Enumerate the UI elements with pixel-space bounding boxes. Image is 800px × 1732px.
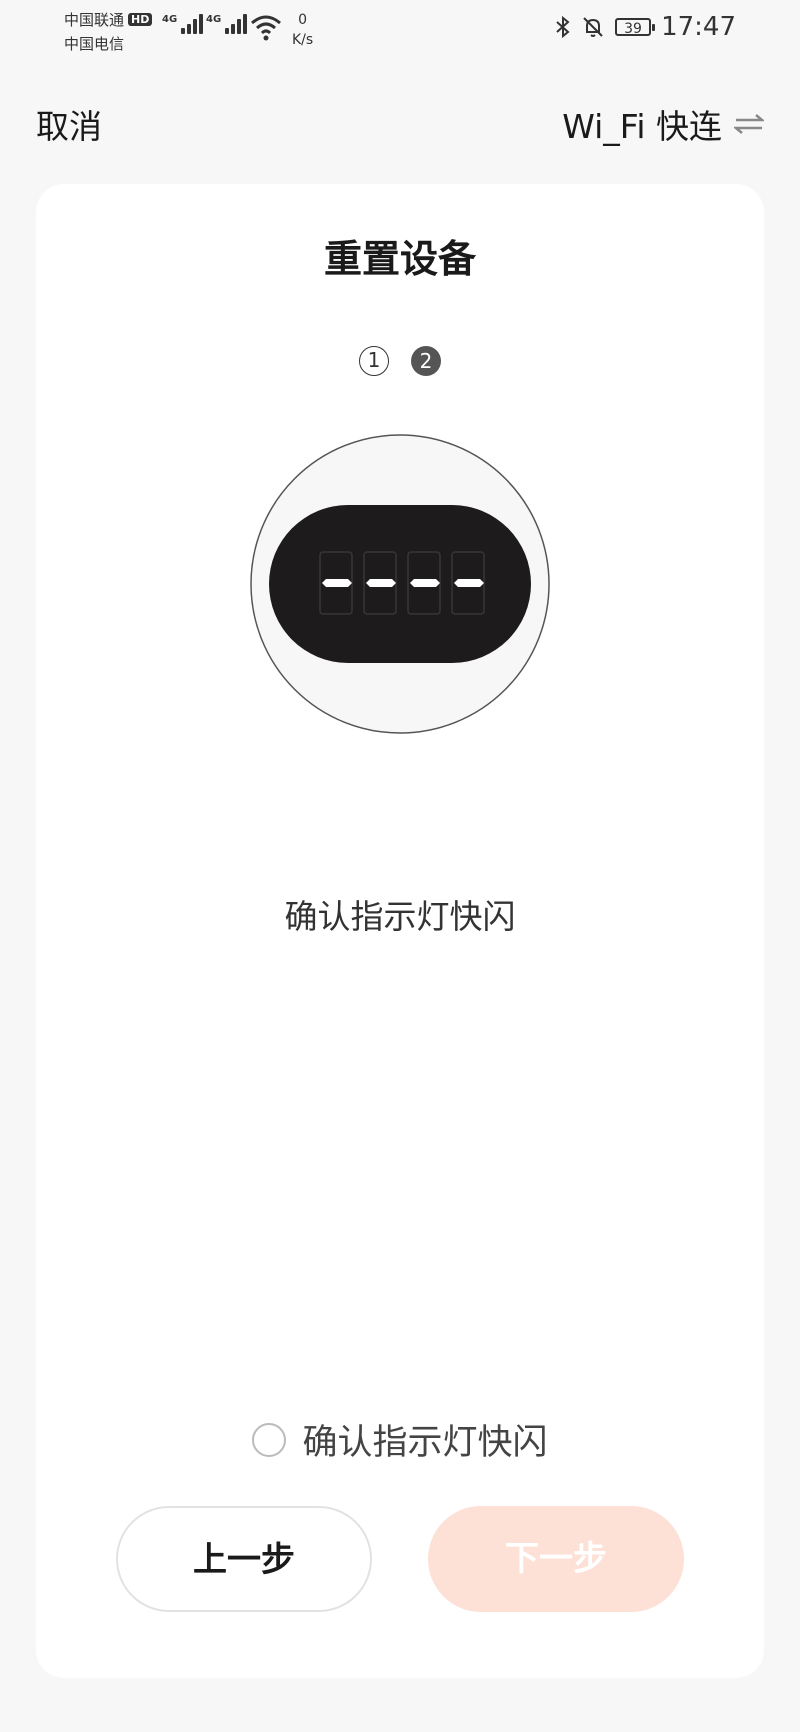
step-indicator: 1 2 — [36, 346, 764, 376]
mute-bell-icon — [583, 17, 603, 37]
speed-unit: K/s — [292, 32, 314, 48]
speed-value: 0 — [298, 12, 308, 28]
carrier-2: 中国电信 — [64, 35, 125, 53]
network-type-1: 4G — [162, 14, 178, 25]
network-type-2: 4G — [206, 14, 222, 25]
confirm-row[interactable]: 确认指示灯快闪 — [36, 1414, 764, 1465]
confirm-label[interactable]: 确认指示灯快闪 — [302, 1414, 547, 1465]
step-1: 1 — [359, 346, 389, 376]
battery-level: 39 — [624, 21, 642, 37]
reset-device-card: 重置设备 1 2 确认指示灯快闪 确认指示灯快闪 上一步 下一步 — [36, 184, 764, 1678]
confirm-radio[interactable] — [252, 1422, 287, 1457]
page-title: 重置设备 — [323, 237, 476, 281]
status-right: 39 17:47 — [555, 12, 736, 42]
hd-badge: HD — [128, 13, 153, 26]
carrier-info: 中国联通 HD 中国电信 — [64, 8, 153, 56]
wifi-quick-connect-button[interactable]: Wi_Fi 快连 — [562, 100, 764, 148]
bluetooth-icon — [556, 15, 570, 39]
clock: 17:47 — [661, 12, 736, 42]
status-bar: 中国联通 HD 中国电信 4G 4G 0 K/s 39 17:47 — [0, 0, 800, 60]
cancel-button[interactable]: 取消 — [36, 100, 102, 148]
top-nav: 取消 Wi_Fi 快连 — [0, 90, 800, 154]
wifi-quick-connect-label: Wi_Fi 快连 — [562, 107, 722, 146]
previous-step-button[interactable]: 上一步 — [116, 1506, 372, 1612]
step-2: 2 — [411, 346, 441, 376]
signal-icon: 4G — [206, 14, 248, 34]
device-illustration — [250, 434, 550, 734]
next-step-button[interactable]: 下一步 — [428, 1506, 684, 1612]
wifi-icon — [251, 15, 281, 41]
instruction-text: 确认指示灯快闪 — [284, 897, 516, 936]
swap-arrows-icon — [734, 114, 764, 134]
carrier-1: 中国联通 — [64, 11, 125, 29]
network-speed: 0 K/s — [292, 10, 313, 50]
signal-icon: 4G — [162, 14, 204, 34]
battery-icon: 39 — [615, 18, 656, 37]
